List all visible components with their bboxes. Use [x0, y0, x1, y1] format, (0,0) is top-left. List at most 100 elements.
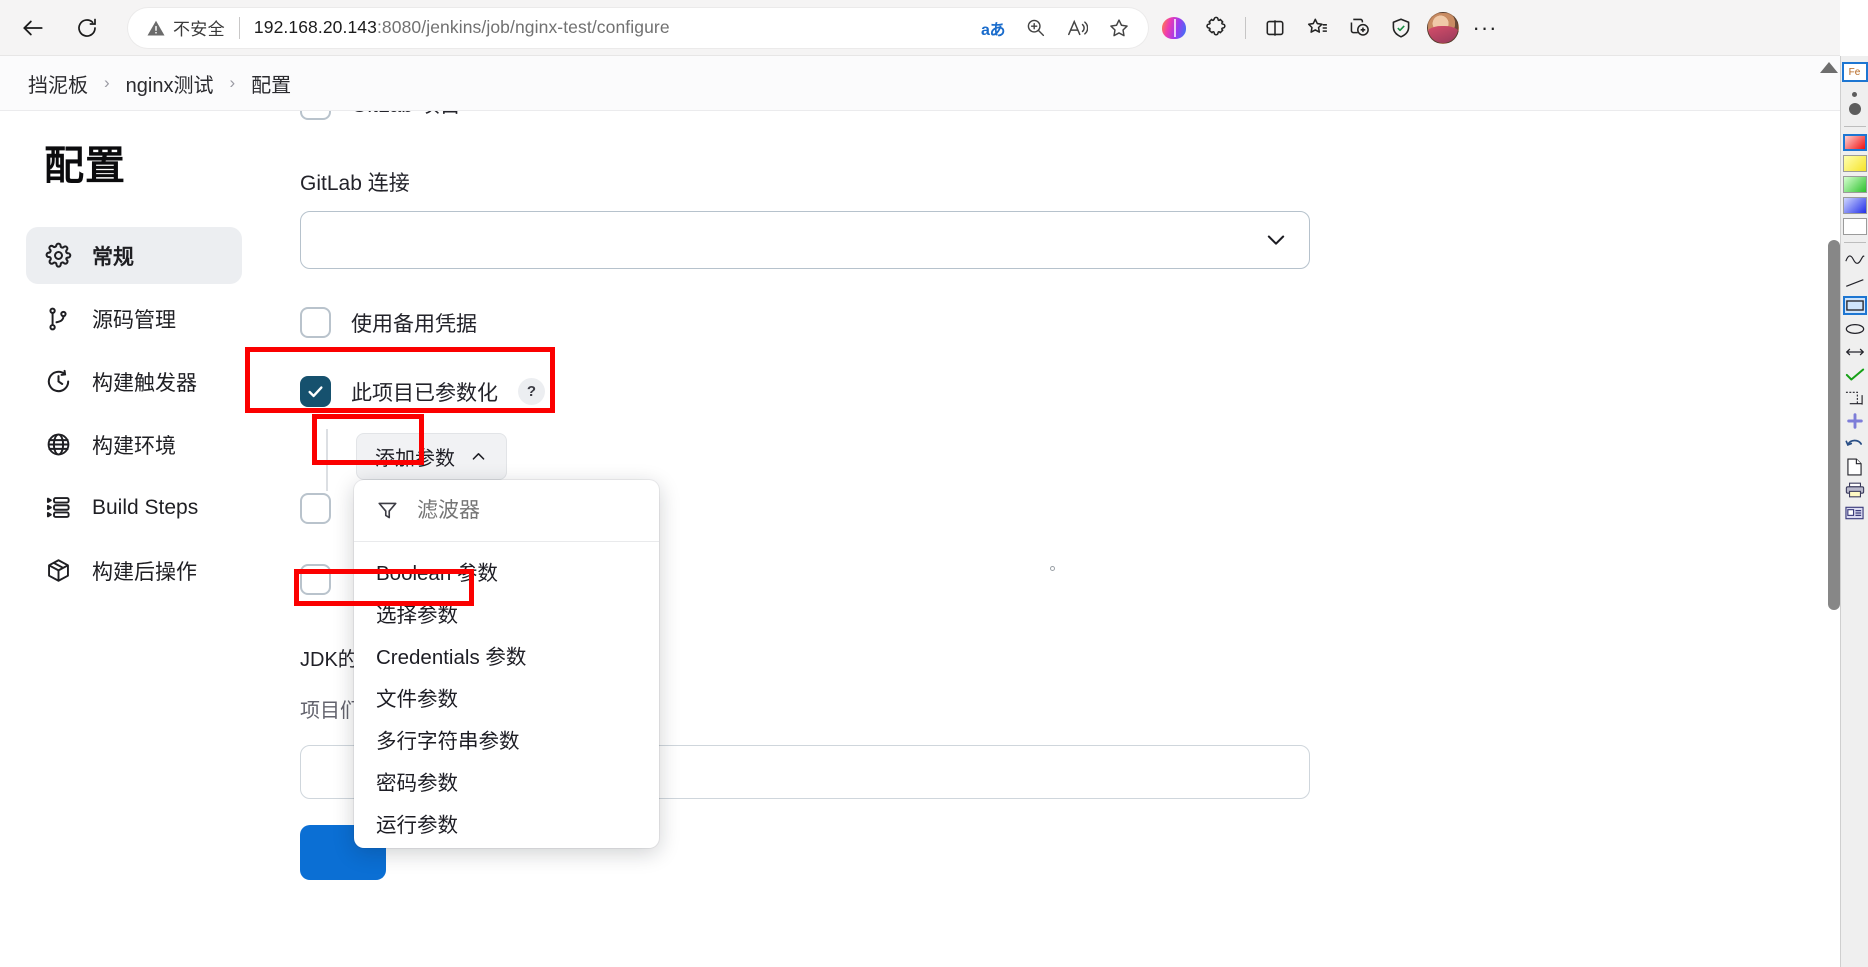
swatch-yellow[interactable]: [1842, 155, 1867, 172]
dropdown-item-run[interactable]: 运行参数: [354, 802, 659, 844]
breadcrumb-item-dashboard[interactable]: 挡泥板: [28, 69, 88, 98]
undo-icon[interactable]: [1843, 434, 1867, 453]
git-branch-icon: [44, 305, 72, 333]
copilot-brain-glyph: [1162, 16, 1186, 39]
sidebar-item-label: 源码管理: [92, 308, 176, 332]
address-bar[interactable]: 不安全 192.168.20.143:8080/jenkins/job/ngin…: [128, 7, 1148, 48]
url-text: 192.168.20.143:8080/jenkins/job/nginx-te…: [254, 17, 670, 38]
chevron-up-icon: [472, 453, 485, 460]
breadcrumb-item-configure[interactable]: 配置: [251, 69, 291, 98]
config-sidebar: 配置 常规 源码管理 构建触发器 构建环境 Build Steps 构建后操作: [0, 111, 262, 967]
translate-icon[interactable]: aあ: [974, 11, 1012, 45]
nesting-rule: [326, 429, 328, 491]
caption-tool-button[interactable]: Fe: [1841, 62, 1868, 82]
swatch-red[interactable]: [1842, 134, 1867, 151]
filter-icon: [378, 502, 397, 519]
plus-icon[interactable]: [1843, 411, 1867, 430]
gitlab-project-row[interactable]: GitLab 项目: [300, 111, 1840, 121]
parameterized-row[interactable]: 此项目已参数化 ?: [300, 376, 1840, 407]
profile-avatar[interactable]: [1423, 8, 1463, 48]
omnibox-actions: aあ: [974, 11, 1138, 45]
new-file-icon[interactable]: [1843, 457, 1867, 476]
pen-small-icon[interactable]: [1852, 92, 1857, 97]
pen-large-icon[interactable]: [1848, 103, 1861, 115]
dropdown-item-choice[interactable]: 选择参数: [354, 592, 659, 634]
dropdown-item-credentials[interactable]: Credentials 参数: [354, 634, 659, 676]
check-mark-icon[interactable]: [1843, 365, 1867, 384]
sidebar-item-general[interactable]: 常规: [26, 227, 242, 284]
browser-toolbar-actions: ···: [1154, 8, 1511, 48]
gitlab-connection-label: GitLab 连接: [300, 172, 410, 195]
url-host: 192.168.20.143: [253, 17, 377, 37]
strip-scroll-thumb[interactable]: [1828, 240, 1840, 610]
sidebar-item-build-steps[interactable]: Build Steps: [26, 479, 242, 536]
swatch-green[interactable]: [1842, 176, 1867, 193]
reload-button[interactable]: [66, 7, 108, 49]
dropdown-items: Boolean 参数 选择参数 Credentials 参数 文件参数 多行字符…: [354, 542, 659, 848]
check-icon: [308, 386, 323, 398]
sidebar-item-build-triggers[interactable]: 构建触发器: [26, 353, 242, 410]
freehand-icon[interactable]: [1843, 250, 1867, 269]
option-checkbox-2[interactable]: [300, 564, 331, 595]
split-screen-icon[interactable]: [1255, 8, 1295, 48]
general-settings-form: GitLab 项目 GitLab 连接 使用备用凭据 此项目已参数化: [262, 111, 1840, 967]
ellipsis-glyph: ···: [1472, 14, 1498, 40]
swatch-white[interactable]: [1842, 218, 1867, 235]
sidebar-item-label: 常规: [92, 245, 134, 269]
alt-credentials-row[interactable]: 使用备用凭据: [300, 307, 1840, 338]
crop-icon[interactable]: [1843, 388, 1867, 407]
insecure-warning-icon: [147, 20, 165, 35]
print-icon[interactable]: [1843, 480, 1867, 499]
steps-list-icon: [44, 494, 72, 522]
browser-essentials-icon[interactable]: [1381, 8, 1421, 48]
copilot-icon[interactable]: [1154, 8, 1194, 48]
collections-icon[interactable]: [1297, 8, 1337, 48]
dropdown-item-password[interactable]: 密码参数: [354, 760, 659, 802]
globe-icon: [44, 431, 72, 459]
strip-collapse-arrow[interactable]: [1820, 62, 1838, 73]
rectangle-icon[interactable]: [1842, 296, 1867, 315]
gear-icon: [44, 242, 72, 270]
ellipse-icon[interactable]: [1843, 319, 1867, 338]
extensions-icon[interactable]: [1196, 8, 1236, 48]
dropdown-item-multiline-string[interactable]: 多行字符串参数: [354, 718, 659, 760]
gitlab-project-checkbox[interactable]: [300, 111, 331, 120]
alt-credentials-checkbox[interactable]: [300, 307, 331, 338]
parameterized-help-button[interactable]: ?: [518, 378, 545, 405]
sidebar-item-post-build-actions[interactable]: 构建后操作: [26, 542, 242, 599]
dropdown-item-boolean[interactable]: Boolean 参数: [354, 550, 659, 592]
dropdown-item-file[interactable]: 文件参数: [354, 676, 659, 718]
line-icon[interactable]: [1843, 273, 1867, 292]
avatar-image: [1427, 11, 1459, 44]
browser-toolbar: 不安全 192.168.20.143:8080/jenkins/job/ngin…: [0, 0, 1840, 56]
gitlab-connection-select[interactable]: [300, 211, 1310, 269]
sidebar-item-label: Build Steps: [92, 495, 199, 519]
zoom-icon[interactable]: [1016, 11, 1054, 45]
page-title: 配置: [44, 144, 126, 188]
sidebar-item-build-environment[interactable]: 构建环境: [26, 416, 242, 473]
option-checkbox-1[interactable]: [300, 493, 331, 524]
parameterized-checkbox[interactable]: [300, 376, 331, 407]
caption-icon[interactable]: [1843, 503, 1867, 522]
alt-credentials-label: 使用备用凭据: [351, 312, 477, 336]
favorite-star-icon[interactable]: [1100, 11, 1138, 45]
dropdown-filter-input[interactable]: [417, 498, 617, 523]
omnibox-divider: [238, 16, 240, 39]
arrow-icon[interactable]: [1843, 342, 1867, 361]
sidebar-item-label: 构建环境: [92, 434, 176, 458]
add-tab-group-icon[interactable]: [1339, 8, 1379, 48]
add-parameter-button[interactable]: 添加参数: [356, 433, 507, 480]
gitlab-project-label: GitLab 项目: [351, 111, 461, 119]
back-button[interactable]: [12, 7, 54, 49]
breadcrumb-item-job[interactable]: nginx测试: [126, 69, 214, 98]
url-path: :8080/jenkins/job/nginx-test/configure: [376, 17, 670, 37]
swatch-blue[interactable]: [1842, 197, 1867, 214]
breadcrumb-separator: ›: [229, 73, 236, 92]
translate-glyph: aあ: [981, 21, 1005, 39]
read-aloud-icon[interactable]: [1058, 11, 1096, 45]
dropdown-filter-row[interactable]: [354, 480, 659, 542]
sidebar-item-scm[interactable]: 源码管理: [26, 290, 242, 347]
sidebar-item-label: 构建后操作: [92, 560, 197, 584]
package-box-icon: [44, 557, 72, 585]
settings-more-icon[interactable]: ···: [1465, 8, 1505, 48]
